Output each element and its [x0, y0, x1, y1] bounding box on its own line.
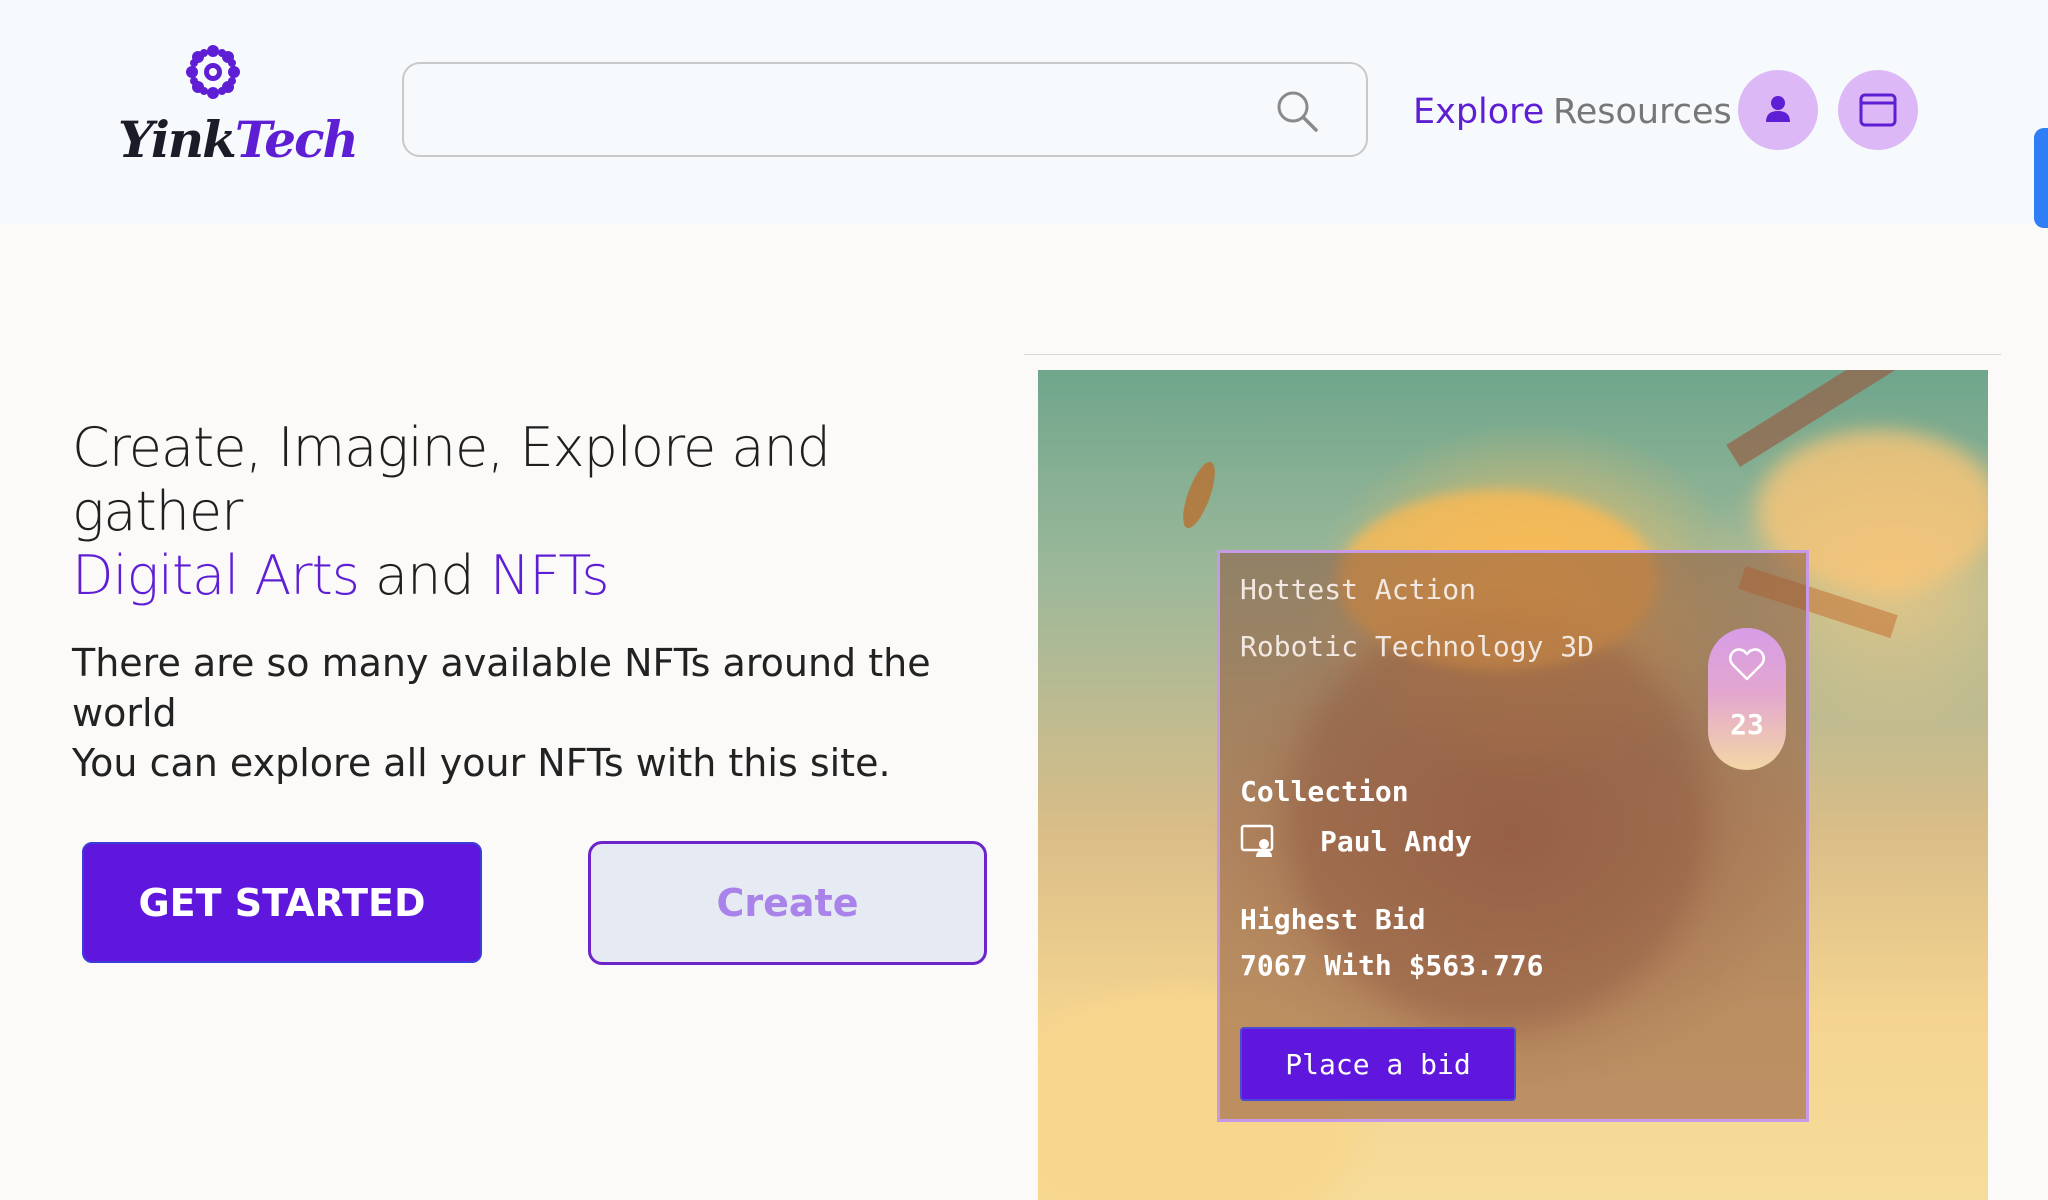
nft-card: Hottest Action Robotic Technology 3D 23 …	[1217, 550, 1809, 1122]
subtext-line2: You can explore all your NFTs with this …	[72, 741, 891, 785]
like-count: 23	[1730, 708, 1764, 741]
subtext-line1: There are so many available NFTs around …	[72, 641, 931, 735]
create-button[interactable]: Create	[588, 841, 987, 965]
hero-subtext: There are so many available NFTs around …	[72, 638, 1032, 788]
highest-bid-value: 7067 With $563.776	[1240, 949, 1544, 982]
heart-icon	[1729, 648, 1765, 681]
side-edge-tab[interactable]	[2034, 128, 2048, 228]
section-divider	[1024, 354, 2001, 355]
wallet-button[interactable]	[1838, 70, 1918, 150]
headline-line1: Create, Imagine, Explore and gather	[72, 416, 831, 543]
collection-label: Collection	[1240, 775, 1409, 808]
wallet-icon	[1859, 93, 1897, 127]
search-bar	[402, 62, 1368, 157]
sun-burst-icon	[186, 45, 240, 99]
headline-and: and	[375, 544, 475, 607]
logo-text-primary: Yink	[118, 110, 237, 169]
like-button[interactable]: 23	[1708, 628, 1786, 770]
get-started-button[interactable]: GET STARTED	[82, 842, 482, 963]
card-title: Hottest Action	[1240, 573, 1477, 606]
user-icon	[1766, 96, 1790, 122]
search-icon[interactable]	[1274, 88, 1320, 134]
hero-headline: Create, Imagine, Explore and gather Digi…	[72, 416, 1012, 608]
nav-explore-link[interactable]: Explore	[1413, 88, 1544, 136]
place-bid-button[interactable]: Place a bid	[1240, 1027, 1516, 1101]
profile-button[interactable]	[1738, 70, 1818, 150]
headline-accent-nfts: NFTs	[489, 544, 610, 607]
nav-resources-link[interactable]: Resources	[1553, 88, 1732, 136]
logo-text-accent: Tech	[234, 110, 359, 169]
brand-logo[interactable]: YinkTech	[118, 110, 359, 169]
highest-bid-label: Highest Bid	[1240, 903, 1426, 936]
headline-accent-digital-arts: Digital Arts	[72, 544, 360, 607]
search-input[interactable]	[428, 82, 1272, 140]
top-header: YinkTech Explore Resources	[0, 0, 2048, 225]
nft-name: Robotic Technology 3D	[1240, 630, 1595, 663]
collection-owner-name: Paul Andy	[1320, 824, 1472, 858]
collection-owner-row[interactable]: Paul Andy	[1240, 821, 1472, 861]
profile-card-icon	[1240, 824, 1274, 857]
